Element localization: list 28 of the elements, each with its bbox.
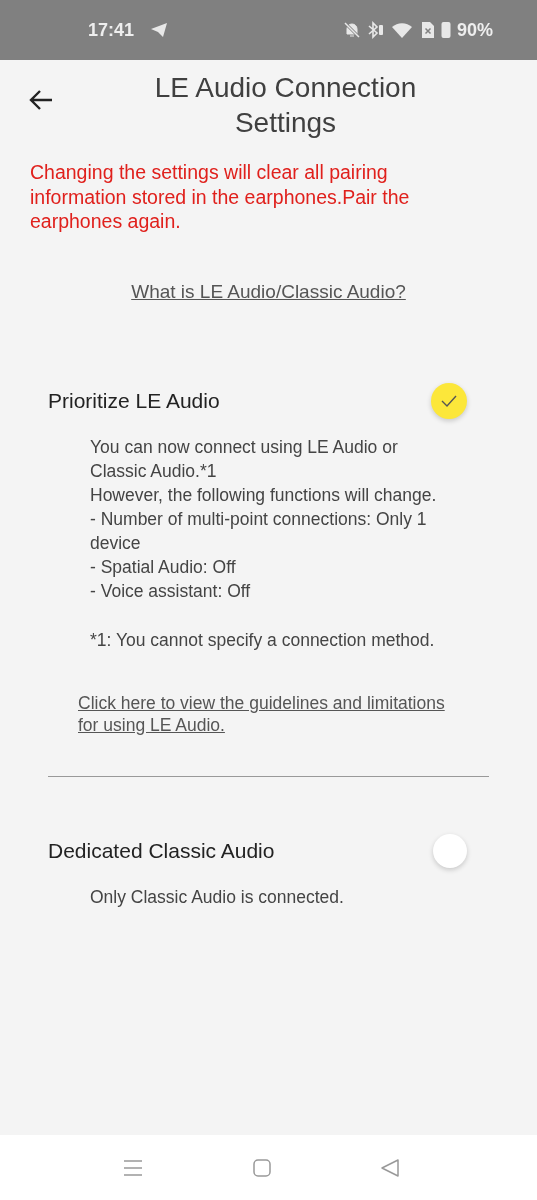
description-text: - Voice assistant: Off	[90, 579, 252, 603]
sim-icon	[420, 21, 435, 39]
home-icon[interactable]	[251, 1157, 272, 1178]
back-arrow-icon[interactable]	[28, 89, 54, 111]
description-text: - Number of multi-point connections: Only 1 device	[90, 507, 428, 555]
menu-icon[interactable]	[123, 1158, 143, 1177]
help-link[interactable]: What is LE Audio/Classic Audio?	[131, 280, 406, 302]
radio-button[interactable]	[431, 382, 467, 419]
radio-button[interactable]	[433, 833, 467, 868]
bell-off-icon	[342, 21, 361, 39]
description-text: - Spatial Audio: Off	[90, 555, 237, 579]
wifi-icon	[390, 21, 415, 39]
guidelines-link[interactable]: Click here to view the guidelines and limitations for using LE Audio.	[78, 691, 449, 736]
option-label: Prioritize LE Audio	[48, 388, 220, 413]
status-time: 17:41	[88, 19, 135, 41]
description-text: However, the following functions will change.	[90, 483, 438, 507]
bluetooth-icon	[366, 21, 385, 39]
back-icon[interactable]	[380, 1157, 400, 1178]
description-text: You can now connect using LE Audio or Classic Audio.*1	[90, 435, 399, 483]
battery-icon	[440, 21, 451, 39]
footnote-text: *1: You cannot specify a connection method.	[90, 628, 436, 652]
option-label: Dedicated Classic Audio	[48, 838, 275, 863]
page-title: LE Audio Connection Settings	[153, 71, 418, 140]
battery-level: 90%	[456, 19, 493, 41]
warning-text: Changing the settings will clear all pairing information stored in the earphones.Pair the earphones again.	[29, 160, 411, 234]
description-text: Only Classic Audio is connected.	[90, 885, 345, 909]
send-icon	[150, 22, 169, 38]
check-icon	[440, 393, 458, 408]
